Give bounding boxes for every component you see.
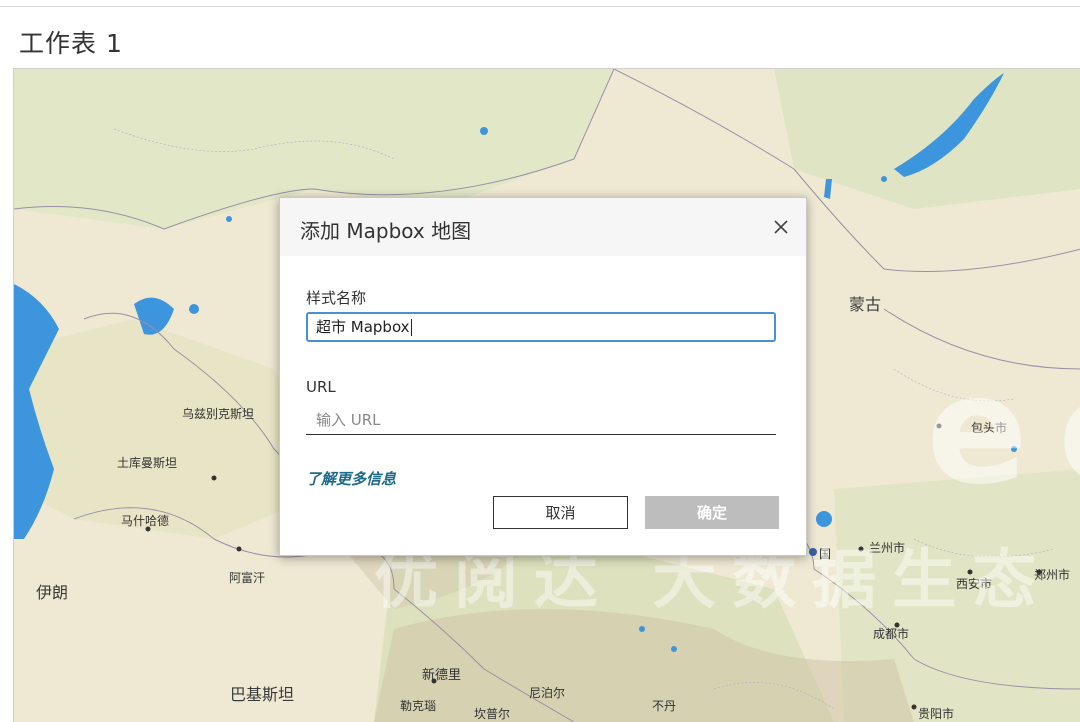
map-label-afghanistan: 阿富汗 xyxy=(229,571,266,585)
close-button[interactable] xyxy=(770,216,792,238)
learn-more-link[interactable]: 了解更多信息 xyxy=(306,468,396,489)
ok-button[interactable]: 确定 xyxy=(645,496,779,529)
map-label-zhengzhou: 郑州市 xyxy=(1034,568,1071,582)
map-label-mashhad: 马什哈德 xyxy=(121,514,170,528)
sheet-title: 工作表 1 xyxy=(19,29,123,58)
url-input[interactable] xyxy=(306,405,776,435)
map-label-chengdu: 成都市 xyxy=(873,627,910,641)
map-label-xian: 西安市 xyxy=(956,577,993,591)
map-label-lucknow: 勒克瑙 xyxy=(400,699,437,713)
style-name-value: 超市 Mapbox xyxy=(316,318,410,336)
map-label-nepal: 尼泊尔 xyxy=(529,686,566,700)
map-label-new-delhi: 新德里 xyxy=(422,668,462,683)
map-label-baotou: 包头市 xyxy=(971,421,1008,435)
map-label-guiyang: 贵阳市 xyxy=(918,707,955,721)
map-label-china-partial: 国 xyxy=(819,547,832,561)
dialog-header: 添加 Mapbox 地图 xyxy=(280,198,806,256)
map-label-turkmenistan: 土库曼斯坦 xyxy=(117,456,178,470)
add-mapbox-dialog: 添加 Mapbox 地图 样式名称 超市 Mapbox URL 了解更多信息 取… xyxy=(279,197,807,556)
close-icon xyxy=(774,220,788,234)
map-label-bhutan: 不丹 xyxy=(652,699,677,713)
map-label-uzbekistan: 乌兹别克斯坦 xyxy=(182,407,255,421)
map-label-iran: 伊朗 xyxy=(36,583,69,602)
style-name-label: 样式名称 xyxy=(306,289,367,307)
dialog-title: 添加 Mapbox 地图 xyxy=(300,219,472,243)
url-label: URL xyxy=(306,378,336,396)
cancel-button[interactable]: 取消 xyxy=(493,496,628,529)
map-label-lanzhou: 兰州市 xyxy=(869,541,906,555)
top-divider xyxy=(0,6,1080,7)
map-label-mongolia: 蒙古 xyxy=(849,295,882,314)
map-label-pakistan: 巴基斯坦 xyxy=(230,685,295,704)
map-label-kanpur: 坎普尔 xyxy=(474,707,511,721)
style-name-input[interactable]: 超市 Mapbox xyxy=(306,312,776,342)
